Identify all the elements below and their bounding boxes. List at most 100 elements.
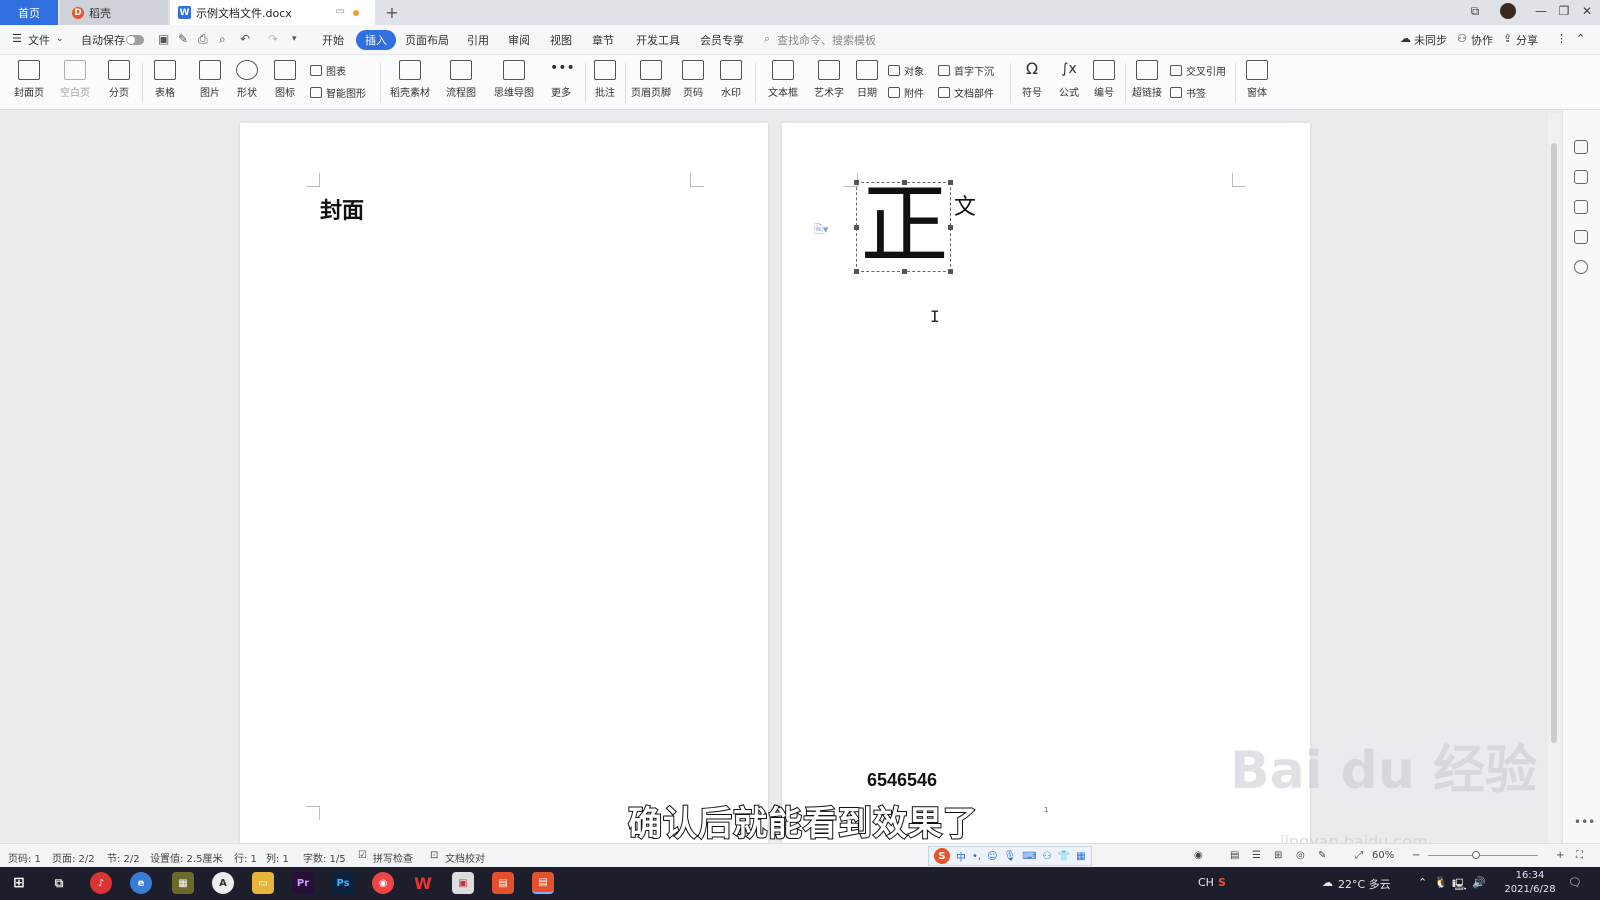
file-explorer-icon[interactable]: ▭: [252, 872, 274, 894]
tab-document[interactable]: W 示例文档文件.docx ▭: [170, 0, 375, 25]
keyboard-icon[interactable]: ⌨: [1022, 851, 1036, 862]
microphone-icon[interactable]: 🎙: [1004, 851, 1017, 862]
flowchart-button[interactable]: 流程图: [440, 60, 482, 99]
edit-pen-icon[interactable]: [1574, 170, 1588, 184]
resize-handle[interactable]: [948, 180, 953, 185]
menu-chapter[interactable]: 章节: [592, 32, 614, 48]
menu-view[interactable]: 视图: [550, 32, 572, 48]
paragraph-layout-icon[interactable]: 🗎▾: [814, 221, 828, 240]
mindmap-button[interactable]: 思维导图: [490, 60, 538, 99]
status-word-count[interactable]: 字数: 1/5: [303, 850, 346, 865]
table-button[interactable]: 表格: [144, 60, 186, 99]
form-button[interactable]: 窗体: [1236, 60, 1278, 99]
doc-parts-button[interactable]: 文档部件: [938, 85, 994, 100]
header-footer-button[interactable]: 页眉页脚: [628, 60, 674, 99]
scrollbar-thumb[interactable]: [1551, 143, 1557, 743]
menu-developer[interactable]: 开发工具: [636, 32, 680, 48]
attachment-button[interactable]: 附件: [888, 85, 924, 100]
autosave-toggle[interactable]: [126, 35, 144, 45]
menu-file[interactable]: 文件: [28, 32, 50, 48]
volume-icon[interactable]: 🔊: [1472, 876, 1486, 889]
menu-page-layout[interactable]: 页面布局: [405, 32, 449, 48]
new-tab-button[interactable]: +: [382, 0, 402, 25]
numbering-button[interactable]: 编号: [1083, 60, 1125, 99]
dropcap-button[interactable]: 首字下沉: [938, 63, 994, 78]
object-button[interactable]: 对象: [888, 63, 924, 78]
resize-handle[interactable]: [854, 180, 859, 185]
fit-page-icon[interactable]: ⤢: [1355, 850, 1363, 861]
netease-music-icon[interactable]: ♪: [90, 872, 112, 894]
sogou-tray-icon[interactable]: S: [1218, 876, 1226, 889]
dropcap-frame[interactable]: 正: [854, 179, 953, 274]
windows-start-icon[interactable]: ⊞: [8, 872, 30, 894]
tray-expand-icon[interactable]: ⌃: [1418, 876, 1427, 889]
proofread-icon[interactable]: ⊡: [430, 850, 438, 861]
zoom-out-icon[interactable]: −: [1412, 850, 1420, 861]
chart-button[interactable]: 图表: [310, 63, 346, 78]
blank-page-button[interactable]: 空白页: [54, 60, 96, 99]
collaborate-button[interactable]: 协作: [1471, 32, 1493, 48]
punctuation-icon[interactable]: •,: [972, 851, 981, 862]
ime-toolbar[interactable]: S 中 •, ☺ 🎙 ⌨ ⚇ 👕 ▦: [928, 846, 1092, 866]
search-icon[interactable]: ⌕: [764, 32, 770, 46]
resize-handle[interactable]: [948, 225, 953, 230]
share-icon[interactable]: ⇪: [1503, 32, 1512, 45]
wordart-button[interactable]: 艺术字: [808, 60, 850, 99]
collaborate-icon[interactable]: ⚇: [1457, 32, 1467, 45]
help-icon[interactable]: [1574, 260, 1588, 274]
style-icon[interactable]: [1574, 140, 1588, 154]
picture-button[interactable]: 图片: [189, 60, 231, 99]
web-view-icon[interactable]: ⊞: [1274, 850, 1282, 861]
page-cover[interactable]: 封面: [240, 123, 768, 843]
redo-icon[interactable]: ↷: [268, 32, 278, 46]
smart-shape-button[interactable]: 智能图形: [310, 85, 366, 100]
zoom-level[interactable]: 60%: [1372, 850, 1394, 861]
qq-icon[interactable]: 🐧: [1434, 876, 1448, 889]
read-mode-icon[interactable]: ◎: [1296, 850, 1305, 861]
body-text[interactable]: 文: [954, 189, 976, 221]
app-red-icon[interactable]: ▤: [492, 872, 514, 894]
tab-daoke[interactable]: D 稻壳: [60, 0, 168, 25]
wps-icon[interactable]: W: [412, 872, 434, 894]
print-preview-icon[interactable]: ⌕: [219, 32, 226, 47]
network-icon[interactable]: 🖳: [1452, 876, 1467, 895]
more-dots-icon[interactable]: •••: [1574, 815, 1595, 829]
premiere-icon[interactable]: Pr: [292, 872, 314, 894]
icon-library-button[interactable]: 图标: [264, 60, 306, 99]
page-view-icon[interactable]: ▤: [1230, 850, 1239, 861]
write-mode-icon[interactable]: ✎: [1318, 850, 1326, 861]
ime-mode[interactable]: 中: [956, 849, 966, 864]
undo-icon[interactable]: ↶: [240, 32, 250, 46]
menu-member[interactable]: 会员专享: [700, 32, 744, 48]
chevron-down-icon[interactable]: ⌄: [56, 34, 64, 44]
more-button[interactable]: ••• 更多: [540, 60, 582, 99]
command-search[interactable]: 查找命令、搜索模板: [777, 32, 876, 48]
sync-status[interactable]: 未同步: [1414, 32, 1447, 48]
notification-icon[interactable]: 🗨: [1568, 876, 1582, 889]
resize-handle[interactable]: [948, 269, 953, 274]
photoshop-icon[interactable]: Ps: [332, 872, 354, 894]
menu-references[interactable]: 引用: [467, 32, 489, 48]
bookmark-button[interactable]: 书签: [1170, 85, 1206, 100]
page-break-button[interactable]: 分页: [98, 60, 140, 99]
shape-button[interactable]: 形状: [226, 60, 268, 99]
input-language[interactable]: CH: [1198, 876, 1214, 889]
status-pages[interactable]: 页面: 2/2: [52, 850, 95, 865]
checkbox-icon[interactable]: ☑: [358, 850, 367, 861]
adjust-sliders-icon[interactable]: [1574, 230, 1588, 244]
close-icon[interactable]: ✕: [1578, 4, 1596, 18]
zoom-in-icon[interactable]: +: [1556, 850, 1564, 861]
page-number-button[interactable]: 页码: [672, 60, 714, 99]
resize-handle[interactable]: [854, 269, 859, 274]
zoom-slider-knob[interactable]: [1472, 851, 1480, 859]
menu-insert[interactable]: 插入: [356, 30, 396, 50]
daoke-material-button[interactable]: 稻壳素材: [388, 60, 432, 99]
dropcap-character[interactable]: 正: [857, 179, 952, 274]
browser-icon[interactable]: e: [130, 872, 152, 894]
spellcheck-toggle[interactable]: 拼写检查: [373, 850, 413, 865]
hamburger-icon[interactable]: ☰: [12, 32, 22, 45]
proofread-button[interactable]: 文档校对: [445, 850, 485, 865]
restore-icon[interactable]: ❐: [1555, 4, 1573, 18]
skin-icon[interactable]: 👕: [1058, 851, 1070, 862]
toolbox-icon[interactable]: ▦: [1076, 851, 1085, 862]
